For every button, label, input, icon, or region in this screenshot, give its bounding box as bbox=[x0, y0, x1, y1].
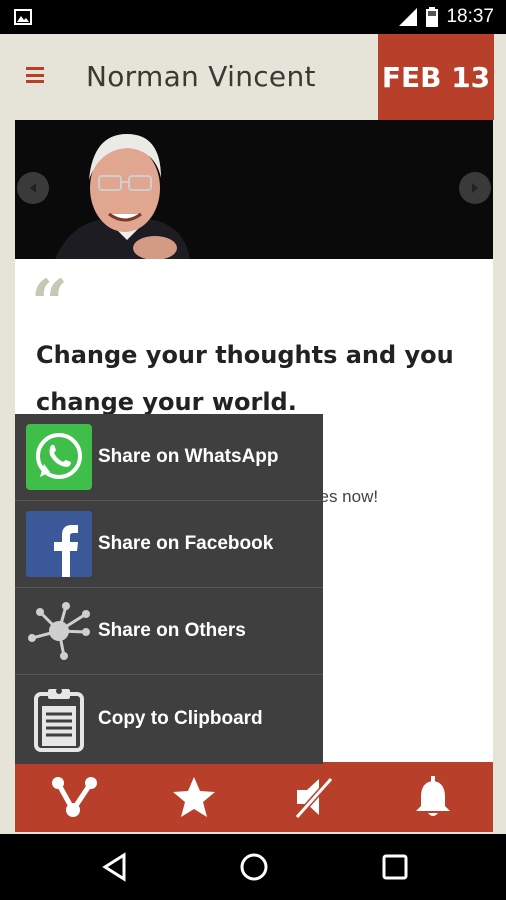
hamburger-icon[interactable] bbox=[26, 67, 44, 83]
share-menu: Share on WhatsApp Share on Facebook Shar… bbox=[15, 414, 323, 764]
quote-mark-icon: “ bbox=[31, 266, 68, 341]
back-icon[interactable] bbox=[100, 852, 128, 882]
star-icon bbox=[173, 777, 216, 817]
facebook-icon bbox=[25, 510, 93, 578]
notification-button[interactable] bbox=[374, 762, 494, 832]
quote-text: Change your thoughts and you change your… bbox=[36, 341, 454, 416]
bell-icon bbox=[416, 776, 451, 816]
copy-clipboard-label: Copy to Clipboard bbox=[98, 707, 263, 729]
share-button[interactable] bbox=[15, 762, 135, 832]
mute-icon bbox=[294, 776, 333, 819]
chevron-right-icon bbox=[472, 183, 478, 193]
share-facebook-item[interactable]: Share on Facebook bbox=[15, 501, 323, 588]
status-time: 18:37 bbox=[446, 6, 494, 27]
copy-clipboard-item[interactable]: Copy to Clipboard bbox=[15, 675, 323, 762]
status-bar: 18:37 bbox=[0, 0, 506, 34]
home-icon[interactable] bbox=[239, 852, 269, 882]
share-network-icon bbox=[25, 597, 93, 665]
author-photo bbox=[15, 120, 493, 259]
share-others-item[interactable]: Share on Others bbox=[15, 588, 323, 675]
system-nav-bar bbox=[0, 834, 506, 900]
bottom-toolbar bbox=[15, 762, 493, 832]
next-photo-button[interactable] bbox=[459, 172, 491, 204]
share-whatsapp-item[interactable]: Share on WhatsApp bbox=[15, 414, 323, 501]
whatsapp-icon bbox=[25, 423, 93, 491]
page-title: Norman Vincent bbox=[86, 60, 316, 93]
share-icon bbox=[51, 777, 97, 817]
author-portrait-image bbox=[55, 134, 190, 259]
battery-icon bbox=[426, 7, 439, 27]
favorite-button[interactable] bbox=[135, 762, 255, 832]
share-others-label: Share on Others bbox=[98, 620, 246, 641]
picture-icon bbox=[14, 9, 32, 25]
app-header: Norman Vincent FEB 13 bbox=[0, 34, 506, 120]
signal-icon bbox=[399, 8, 418, 26]
recents-icon[interactable] bbox=[381, 852, 409, 882]
clipboard-icon bbox=[25, 685, 93, 753]
mute-button[interactable] bbox=[254, 762, 374, 832]
chevron-left-icon bbox=[30, 183, 36, 193]
share-facebook-label: Share on Facebook bbox=[98, 533, 274, 554]
date-badge: FEB 13 bbox=[378, 34, 494, 120]
share-whatsapp-label: Share on WhatsApp bbox=[98, 446, 279, 467]
previous-photo-button[interactable] bbox=[17, 172, 49, 204]
